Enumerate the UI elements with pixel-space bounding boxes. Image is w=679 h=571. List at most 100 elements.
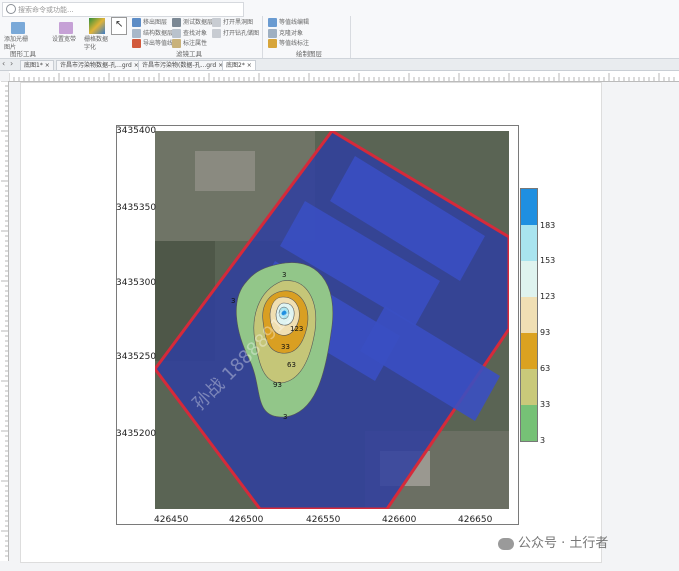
open-hole-map-button[interactable]: 打开黑洞图	[212, 17, 253, 27]
legend-swatch-123	[521, 261, 537, 297]
find-object-label: 查找对象	[183, 30, 208, 37]
tab-grd-2[interactable]: 许昌市污染物(数据-孔...grd ×	[138, 60, 228, 71]
contour-label: 3	[282, 271, 286, 279]
tab-map-2[interactable]: 底图2* ×	[222, 60, 256, 71]
document-tab-bar: ‹ › 底图1* × 许昌市污染物数据-孔...grd × 许昌市污染物(数据-…	[0, 59, 679, 71]
tab-label: 底图1*	[24, 62, 43, 69]
set-width-button[interactable]: 设置宽带	[52, 22, 80, 44]
wechat-icon	[498, 537, 514, 550]
tab-scroll-left-icon[interactable]: ‹	[2, 59, 5, 68]
find-icon	[172, 29, 181, 38]
search-placeholder: 搜索命令或功能...	[18, 6, 74, 14]
vertical-ruler	[0, 81, 9, 561]
legend-swatch-3	[521, 405, 537, 441]
search-icon	[6, 4, 16, 14]
y-tick-label: 3435200	[116, 429, 157, 439]
contour-label: 93	[273, 381, 282, 389]
structure-icon	[132, 29, 141, 38]
contour-edit-icon	[268, 18, 277, 27]
export-contour-label: 导出等值线	[143, 40, 174, 47]
contour-edit-button[interactable]: 等值线编辑	[268, 17, 309, 27]
move-layer-button[interactable]: 移出图层	[132, 17, 167, 27]
x-tick-label: 426500	[229, 515, 264, 525]
horizontal-ruler	[9, 71, 679, 82]
map-canvas: 3 33 63 93 123 3 3 孙战 18888915	[155, 131, 509, 509]
group-label-filter-tools: 滤镜工具	[176, 50, 202, 58]
legend-label: 183	[540, 221, 556, 230]
tab-map-1[interactable]: 底图1* ×	[20, 60, 54, 71]
open-borehole-map-button[interactable]: 打开钻孔储图	[212, 28, 259, 38]
find-object-button[interactable]: 查找对象	[172, 28, 207, 38]
contour-label: 3	[283, 413, 287, 421]
contour-label: 33	[281, 343, 290, 351]
y-tick-label: 3435300	[116, 278, 157, 288]
contour-label: 63	[287, 361, 296, 369]
raster-digitize-icon	[89, 18, 105, 34]
legend-label: 153	[540, 256, 556, 265]
x-tick-label: 426450	[154, 515, 189, 525]
borehole-icon	[212, 29, 221, 38]
clone-icon	[268, 29, 277, 38]
structure-layer-button[interactable]: 结构数据层	[132, 28, 173, 38]
raster-digitize-button[interactable]: 栅格数据字化	[84, 18, 110, 52]
structure-layer-label: 结构数据层	[143, 30, 174, 37]
open-hole-map-label: 打开黑洞图	[223, 19, 254, 26]
width-icon	[59, 22, 73, 34]
open-borehole-map-label: 打开钻孔储图	[223, 30, 260, 37]
export-icon	[132, 39, 141, 48]
tab-label: 底图2*	[226, 62, 245, 69]
export-contour-button[interactable]: 导出等值线	[132, 38, 173, 48]
legend-swatch-33	[521, 369, 537, 405]
group-label-graphic-tools: 图形工具	[10, 50, 36, 58]
layer-icon	[132, 18, 141, 27]
watermark-text: 公众号 · 土行者	[518, 536, 609, 551]
select-tool-button[interactable]: ↖	[111, 17, 127, 35]
separator	[262, 16, 263, 58]
legend-swatch-183	[521, 189, 537, 225]
ruler-ticks	[9, 73, 675, 81]
tab-label: 许昌市污染物(数据-孔...grd	[142, 62, 217, 69]
ribbon-toolbar: 搜索命令或功能... 添加光栅图片 设置宽带 栅格数据字化 ↖ 移出图层 结构数…	[0, 0, 679, 59]
contour-map[interactable]: 3 33 63 93 123 3 3 孙战 18888915	[155, 131, 509, 509]
open-icon	[212, 18, 221, 27]
wechat-watermark: 公众号 · 土行者	[498, 532, 608, 551]
x-tick-label: 426550	[306, 515, 341, 525]
legend-label: 63	[540, 364, 551, 373]
tab-grd-1[interactable]: 许昌市污染物数据-孔...grd ×	[56, 60, 143, 71]
contour-label: 3	[231, 297, 235, 305]
legend-swatch-93	[521, 297, 537, 333]
tab-scroll-right-icon[interactable]: ›	[10, 59, 13, 68]
command-search-box[interactable]: 搜索命令或功能...	[2, 2, 244, 17]
cursor-icon: ↖	[115, 19, 124, 30]
x-tick-label: 426600	[382, 515, 417, 525]
terrain-patch	[195, 151, 255, 191]
legend-swatch-63	[521, 333, 537, 369]
contour-label-button[interactable]: 等值线标注	[268, 38, 309, 48]
test-layer-label: 测试数据层	[183, 19, 214, 26]
legend-label: 33	[540, 400, 551, 409]
test-icon	[172, 18, 181, 27]
ruler-ticks	[1, 81, 8, 557]
clone-object-label: 克隆对象	[279, 30, 304, 37]
legend-label: 93	[540, 328, 551, 337]
raster-digitize-label: 栅格数据字化	[84, 36, 109, 51]
clone-object-button[interactable]: 克隆对象	[268, 28, 303, 38]
label-attribute-label: 标注属性	[183, 40, 208, 47]
contour-label: 123	[290, 325, 303, 333]
legend-label: 3	[540, 436, 546, 445]
image-icon	[11, 22, 25, 34]
legend-swatch-153	[521, 225, 537, 261]
legend-colorbar	[520, 188, 538, 442]
contour-label-icon	[268, 39, 277, 48]
y-tick-label: 3435350	[116, 203, 157, 213]
legend-label: 123	[540, 292, 556, 301]
y-tick-label: 3435400	[116, 126, 157, 136]
label-icon	[172, 39, 181, 48]
x-tick-label: 426650	[458, 515, 493, 525]
test-layer-button[interactable]: 测试数据层	[172, 17, 213, 27]
contour-label-label: 等值线标注	[279, 40, 310, 47]
label-attribute-button[interactable]: 标注属性	[172, 38, 207, 48]
tab-label: 许昌市污染物数据-孔...grd	[60, 62, 132, 69]
contour-edit-label: 等值线编辑	[279, 19, 310, 26]
move-layer-label: 移出图层	[143, 19, 168, 26]
